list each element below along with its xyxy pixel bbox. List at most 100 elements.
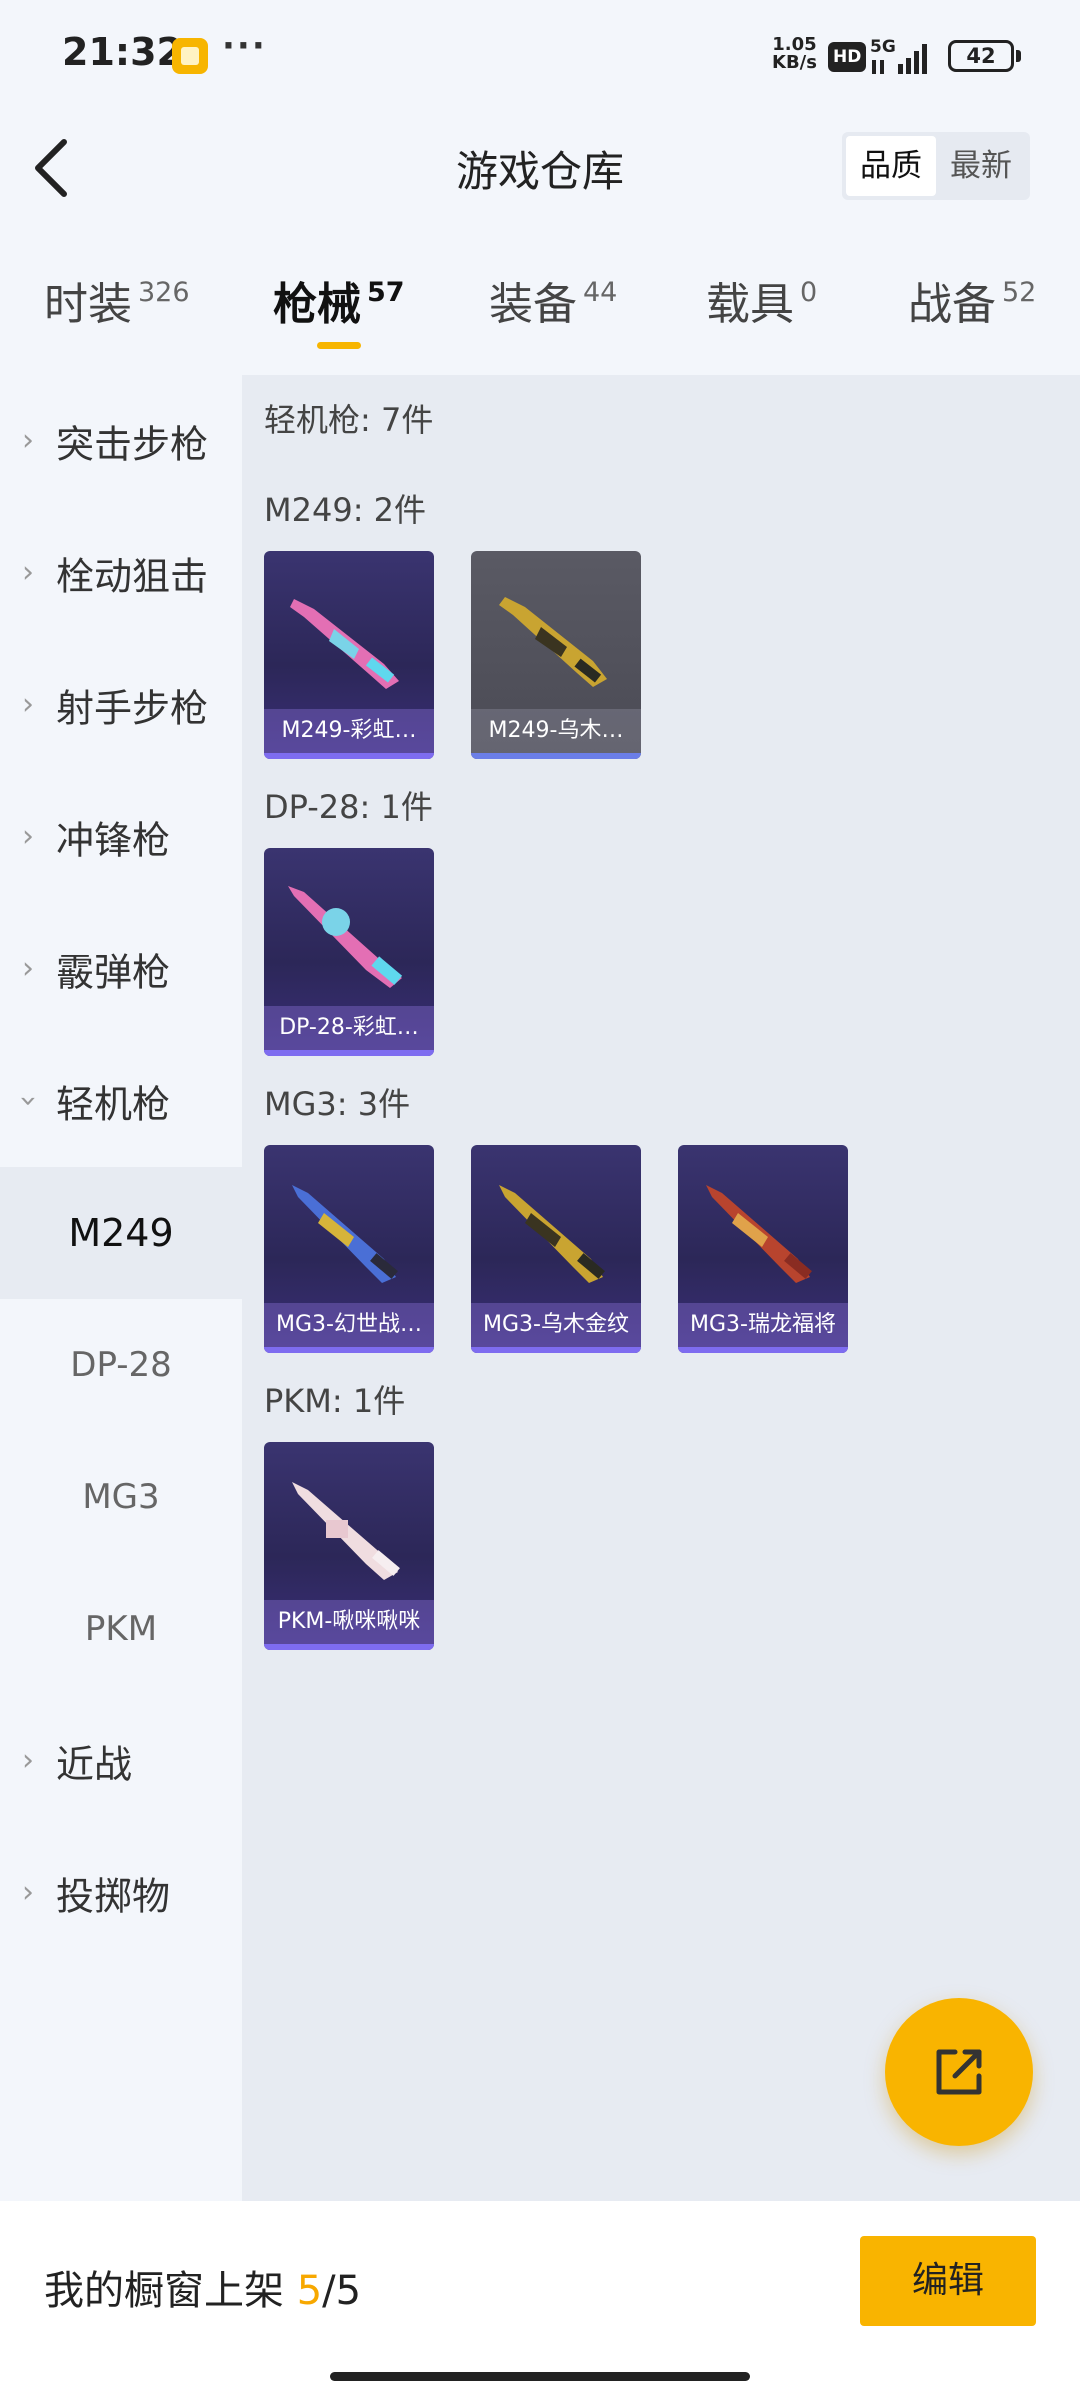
battery-icon: 42 [948, 40, 1014, 72]
tab-vehicles[interactable]: 载具 0 [706, 268, 817, 332]
sidebar-item-label: 突击步枪 [56, 422, 209, 467]
gun-skin-image [706, 1185, 812, 1283]
sidebar-item-shotgun[interactable]: › 霰弹枪 [0, 903, 242, 1035]
chevron-right-icon: › [22, 951, 34, 986]
group-title-pkm: PKM: 1件 [264, 1382, 406, 1420]
sidebar-subitem-dp28[interactable]: DP-28 [0, 1299, 242, 1431]
sidebar-item-label: 轻机枪 [56, 1082, 171, 1127]
sidebar-item-lmg[interactable]: › 轻机枪 [0, 1035, 242, 1167]
tab-fashion[interactable]: 时装 326 [44, 268, 190, 332]
battery-level: 42 [966, 44, 996, 68]
notification-app-icon [172, 38, 208, 74]
gun-skin-image [292, 1482, 400, 1580]
tab-count: 57 [367, 277, 405, 308]
edit-button[interactable]: 编辑 [860, 2236, 1036, 2326]
chevron-down-icon: › [11, 1095, 46, 1107]
gun-skin-image [499, 1185, 605, 1283]
group-title-dp28: DP-28: 1件 [264, 788, 433, 826]
tab-label: 战备 [908, 279, 996, 330]
group-title-m249: M249: 2件 [264, 491, 427, 529]
sidebar-subitem-mg3[interactable]: MG3 [0, 1431, 242, 1563]
network-type-label: 5G [870, 37, 896, 57]
status-time: 21:32 [62, 30, 183, 74]
active-tab-indicator [317, 342, 361, 349]
hd-badge: HD [828, 42, 867, 72]
rarity-bar [678, 1347, 848, 1353]
sort-newest-option[interactable]: 最新 [936, 136, 1026, 196]
sort-quality-option[interactable]: 品质 [846, 136, 936, 196]
share-button[interactable] [885, 1998, 1033, 2146]
item-card[interactable]: MG3-幻世战… [264, 1145, 434, 1353]
rarity-bar [264, 753, 434, 759]
tab-count: 52 [1002, 277, 1037, 308]
sidebar: › 突击步枪 › 栓动狙击 › 射手步枪 › 冲锋枪 › 霰弹枪 › 轻机枪 M… [0, 375, 242, 2201]
sidebar-item-throwables[interactable]: › 投掷物 [0, 1827, 242, 1959]
sort-toggle: 品质 最新 [842, 132, 1030, 200]
sidebar-item-label: 射手步枪 [56, 686, 209, 731]
item-grid-panel: 轻机枪: 7件 M249: 2件 M249-彩虹… M249-乌木… DP-28… [242, 375, 1080, 2201]
tab-supplies[interactable]: 战备 52 [908, 268, 1036, 332]
tab-equipment[interactable]: 装备 44 [489, 268, 617, 332]
tab-guns[interactable]: 枪械 57 [273, 268, 405, 332]
sidebar-item-smg[interactable]: › 冲锋枪 [0, 771, 242, 903]
more-notifications-icon: ··· [222, 26, 267, 66]
tab-count: 44 [583, 277, 618, 308]
chevron-right-icon: › [22, 1743, 34, 1778]
showcase-status: 我的橱窗上架 5/5 [44, 2258, 361, 2316]
gun-skin-image [499, 597, 607, 687]
network-speed: 1.05 KB/s [772, 36, 817, 72]
chevron-right-icon: › [22, 423, 34, 458]
item-card-label: MG3-瑞龙福将 [678, 1303, 848, 1347]
gun-skin-image [288, 886, 403, 988]
tab-label: 载具 [706, 279, 794, 330]
showcase-used-count: 5 [296, 2268, 323, 2314]
home-indicator[interactable] [330, 2372, 750, 2381]
gun-skin-image [290, 599, 399, 689]
sidebar-item-assault-rifle[interactable]: › 突击步枪 [0, 375, 242, 507]
showcase-label: 我的橱窗上架 [44, 2268, 284, 2314]
gun-skin-image [292, 1185, 398, 1283]
sidebar-item-label: 冲锋枪 [56, 818, 171, 863]
rarity-bar [471, 753, 641, 759]
rarity-bar [471, 1347, 641, 1353]
tab-count: 0 [800, 277, 818, 308]
tab-label: 枪械 [273, 279, 361, 330]
chevron-right-icon: › [22, 555, 34, 590]
sidebar-subitem-m249[interactable]: M249 [0, 1167, 242, 1299]
item-card[interactable]: M249-彩虹… [264, 551, 434, 759]
tab-label: 时装 [44, 279, 132, 330]
item-card-label: DP-28-彩虹… [264, 1006, 434, 1050]
battery-cap [1016, 50, 1021, 62]
item-card[interactable]: PKM-啾咪啾咪 [264, 1442, 434, 1650]
sidebar-item-label: 栓动狙击 [56, 554, 209, 599]
item-card-label: M249-乌木… [471, 709, 641, 753]
item-card[interactable]: MG3-乌木金纹 [471, 1145, 641, 1353]
rarity-bar [264, 1050, 434, 1056]
item-card[interactable]: DP-28-彩虹… [264, 848, 434, 1056]
group-title-mg3: MG3: 3件 [264, 1085, 411, 1123]
sidebar-subitem-pkm[interactable]: PKM [0, 1563, 242, 1695]
category-total: 轻机枪: 7件 [264, 401, 434, 439]
chevron-right-icon: › [22, 819, 34, 854]
rarity-bar [264, 1644, 434, 1650]
signal-5g-icon: 5G [870, 37, 927, 74]
tab-label: 装备 [489, 279, 577, 330]
bottom-bar: 我的橱窗上架 5/5 编辑 [0, 2201, 1080, 2400]
item-card[interactable]: MG3-瑞龙福将 [678, 1145, 848, 1353]
item-card-label: MG3-幻世战… [264, 1303, 434, 1347]
category-tabs: 时装 326 枪械 57 装备 44 载具 0 战备 52 [0, 250, 1080, 360]
sidebar-item-bolt-sniper[interactable]: › 栓动狙击 [0, 507, 242, 639]
sidebar-item-melee[interactable]: › 近战 [0, 1695, 242, 1827]
item-card[interactable]: M249-乌木… [471, 551, 641, 759]
item-card-label: M249-彩虹… [264, 709, 434, 753]
showcase-total-count: /5 [322, 2268, 362, 2314]
chevron-right-icon: › [22, 687, 34, 722]
chevron-right-icon: › [22, 1875, 34, 1910]
rarity-bar [264, 1347, 434, 1353]
sidebar-item-label: 霰弹枪 [56, 950, 171, 995]
share-external-icon [936, 2049, 982, 2095]
status-bar: 21:32 ··· 1.05 KB/s HD 5G 42 [0, 0, 1080, 110]
tab-count: 326 [138, 277, 190, 308]
sidebar-item-marksman-rifle[interactable]: › 射手步枪 [0, 639, 242, 771]
sidebar-item-label: 近战 [56, 1742, 133, 1787]
